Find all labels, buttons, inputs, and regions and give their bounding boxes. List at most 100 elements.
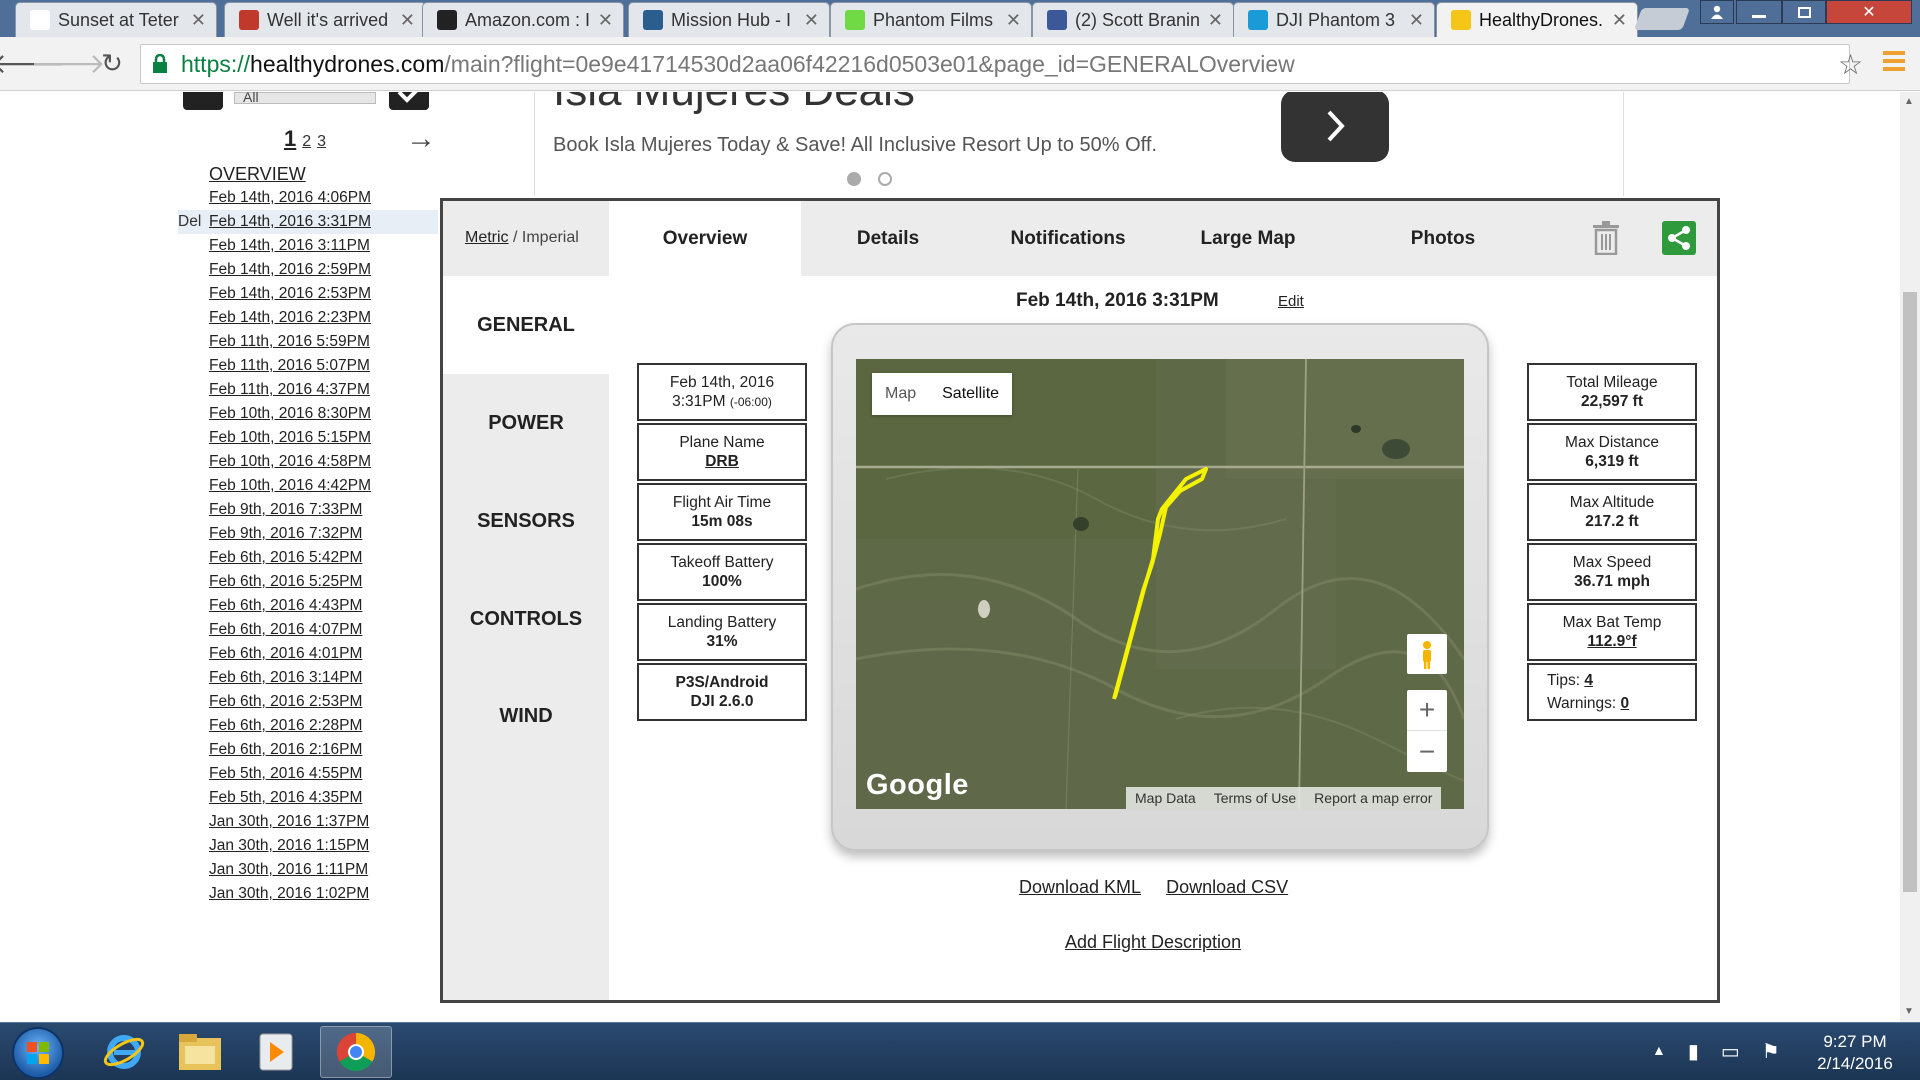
start-button[interactable] <box>12 1027 64 1079</box>
overview-link[interactable]: OVERVIEW <box>209 164 306 184</box>
map-data-link[interactable]: Map Data <box>1126 790 1205 806</box>
show-hidden-icons-icon[interactable]: ▲ <box>1652 1042 1666 1064</box>
report-map-error-link[interactable]: Report a map error <box>1305 790 1441 806</box>
sidebar-action-button[interactable] <box>183 92 223 110</box>
close-tab-icon[interactable]: ✕ <box>191 10 206 31</box>
new-tab-button[interactable] <box>1633 8 1691 30</box>
tips-count-link[interactable]: 4 <box>1584 672 1593 689</box>
flight-filter-select[interactable]: All <box>234 92 376 104</box>
flight-link[interactable]: Feb 10th, 2016 5:15PM <box>209 429 371 446</box>
flight-link[interactable]: Feb 14th, 2016 3:11PM <box>209 237 370 254</box>
flight-link[interactable]: Feb 6th, 2016 4:43PM <box>209 597 362 614</box>
flight-link[interactable]: Feb 5th, 2016 4:35PM <box>209 789 362 806</box>
minimize-button[interactable] <box>1736 0 1782 24</box>
flight-link[interactable]: Jan 30th, 2016 1:37PM <box>209 813 369 830</box>
flight-link[interactable]: Feb 6th, 2016 5:42PM <box>209 549 362 566</box>
map-type-map[interactable]: Map <box>872 373 929 415</box>
close-tab-icon[interactable]: ✕ <box>1409 10 1424 31</box>
pager-page-link[interactable]: 3 <box>317 133 326 150</box>
browser-tab[interactable]: Well it's arrived ✕ <box>224 2 426 37</box>
section-power[interactable]: POWER <box>443 374 609 472</box>
flight-link[interactable]: Feb 9th, 2016 7:33PM <box>209 501 362 518</box>
map-type-satellite[interactable]: Satellite <box>929 373 1012 415</box>
download-csv-link[interactable]: Download CSV <box>1166 877 1288 897</box>
scroll-up-icon[interactable]: ▲ <box>1904 96 1914 107</box>
browser-menu-icon[interactable] <box>1883 51 1905 73</box>
flight-link[interactable]: Feb 6th, 2016 2:28PM <box>209 717 362 734</box>
pager-page-link[interactable]: 2 <box>302 133 311 150</box>
forward-button[interactable]: 🡒 <box>30 45 105 81</box>
flight-link[interactable]: Jan 30th, 2016 1:11PM <box>209 861 368 878</box>
file-explorer-taskbar-button[interactable] <box>164 1026 236 1078</box>
flight-link[interactable]: Feb 11th, 2016 5:07PM <box>209 357 370 374</box>
terms-of-use-link[interactable]: Terms of Use <box>1205 790 1305 806</box>
browser-tab[interactable]: HealthyDrones. ✕ <box>1436 2 1638 37</box>
scrollbar-thumb[interactable] <box>1903 292 1917 892</box>
section-controls[interactable]: CONTROLS <box>443 570 609 668</box>
chrome-taskbar-button[interactable] <box>320 1026 392 1078</box>
close-window-button[interactable]: ✕ <box>1826 0 1912 24</box>
section-wind[interactable]: WIND <box>443 667 609 765</box>
ad-next-button[interactable] <box>1281 92 1389 162</box>
url-bar[interactable]: https://healthydrones.com/main?flight=0e… <box>140 44 1850 84</box>
tab-notifications[interactable]: Notifications <box>975 201 1161 276</box>
flight-link[interactable]: Feb 14th, 2016 2:59PM <box>209 261 371 278</box>
trash-icon[interactable] <box>1591 221 1621 255</box>
browser-tab[interactable]: Amazon.com : I ✕ <box>422 2 624 37</box>
internet-explorer-taskbar-button[interactable] <box>88 1026 160 1078</box>
flight-link[interactable]: Feb 6th, 2016 3:14PM <box>209 669 362 686</box>
flight-link[interactable]: Feb 6th, 2016 4:01PM <box>209 645 362 662</box>
ad-title[interactable]: Isla Mujeres Deals <box>553 92 915 116</box>
tab-overview[interactable]: Overview <box>609 201 801 276</box>
user-profile-button[interactable] <box>1700 0 1734 24</box>
reload-button[interactable]: ↻ <box>94 45 130 81</box>
share-button[interactable] <box>1662 221 1696 255</box>
section-sensors[interactable]: SENSORS <box>443 472 609 570</box>
edit-flight-link[interactable]: Edit <box>1278 293 1304 310</box>
close-tab-icon[interactable]: ✕ <box>598 10 613 31</box>
flight-link[interactable]: Feb 11th, 2016 4:37PM <box>209 381 370 398</box>
tab-photos[interactable]: Photos <box>1335 201 1551 276</box>
action-center-flag-icon[interactable]: ⚑ <box>1762 1039 1780 1064</box>
network-icon[interactable]: ▮ <box>1688 1039 1699 1064</box>
flight-link[interactable]: Feb 6th, 2016 2:16PM <box>209 741 362 758</box>
flight-link[interactable]: Feb 14th, 2016 2:53PM <box>209 285 371 302</box>
ad-carousel-dot[interactable] <box>847 172 861 186</box>
advertisement-banner[interactable]: Isla Mujeres Deals Book Isla Mujeres Tod… <box>534 92 1624 196</box>
browser-tab[interactable]: (2) Scott Branin ✕ <box>1032 2 1234 37</box>
flight-link[interactable]: Feb 6th, 2016 2:53PM <box>209 693 362 710</box>
download-kml-link[interactable]: Download KML <box>1019 877 1141 897</box>
close-tab-icon[interactable]: ✕ <box>1208 10 1223 31</box>
display-icon[interactable]: ▭ <box>1721 1039 1740 1064</box>
flight-link[interactable]: Feb 11th, 2016 5:59PM <box>209 333 370 350</box>
flight-link[interactable]: Feb 6th, 2016 5:25PM <box>209 573 362 590</box>
flight-link[interactable]: Feb 5th, 2016 4:55PM <box>209 765 362 782</box>
browser-tab[interactable]: Sunset at Teter ✕ <box>15 2 217 37</box>
flight-link[interactable]: Feb 10th, 2016 4:42PM <box>209 477 371 494</box>
close-tab-icon[interactable]: ✕ <box>400 10 415 31</box>
flight-link[interactable]: Feb 14th, 2016 2:23PM <box>209 309 371 326</box>
flight-link[interactable]: Jan 30th, 2016 1:15PM <box>209 837 369 854</box>
delete-flight-link[interactable]: Del <box>178 210 201 234</box>
flight-map[interactable]: Map Satellite + − Google Map Data Terms … <box>856 359 1464 809</box>
max-bat-temp-link[interactable]: 112.9°f <box>1529 632 1695 651</box>
section-general[interactable]: GENERAL <box>443 276 609 374</box>
flight-link[interactable]: Jan 30th, 2016 1:02PM <box>209 885 369 902</box>
zoom-in-button[interactable]: + <box>1407 690 1447 731</box>
street-view-pegman-icon[interactable] <box>1407 634 1447 674</box>
close-tab-icon[interactable]: ✕ <box>1612 10 1627 31</box>
system-clock[interactable]: 9:27 PM 2/14/2016 <box>1800 1031 1910 1075</box>
flight-link[interactable]: Feb 14th, 2016 4:06PM <box>209 189 371 206</box>
flight-link[interactable]: Feb 10th, 2016 8:30PM <box>209 405 371 422</box>
add-flight-description-link[interactable]: Add Flight Description <box>1065 932 1241 953</box>
pager-next-arrow-icon[interactable]: → <box>406 122 436 156</box>
scroll-down-icon[interactable]: ▼ <box>1904 1006 1914 1017</box>
ad-text[interactable]: Book Isla Mujeres Today & Save! All Incl… <box>553 134 1157 157</box>
flight-link[interactable]: Feb 9th, 2016 7:32PM <box>209 525 362 542</box>
browser-tab[interactable]: Phantom Films ✕ <box>830 2 1032 37</box>
warnings-count-link[interactable]: 0 <box>1621 695 1630 712</box>
tab-large-map[interactable]: Large Map <box>1161 201 1335 276</box>
browser-tab[interactable]: DJI Phantom 3 ✕ <box>1233 2 1435 37</box>
close-tab-icon[interactable]: ✕ <box>804 10 819 31</box>
close-tab-icon[interactable]: ✕ <box>1006 10 1021 31</box>
